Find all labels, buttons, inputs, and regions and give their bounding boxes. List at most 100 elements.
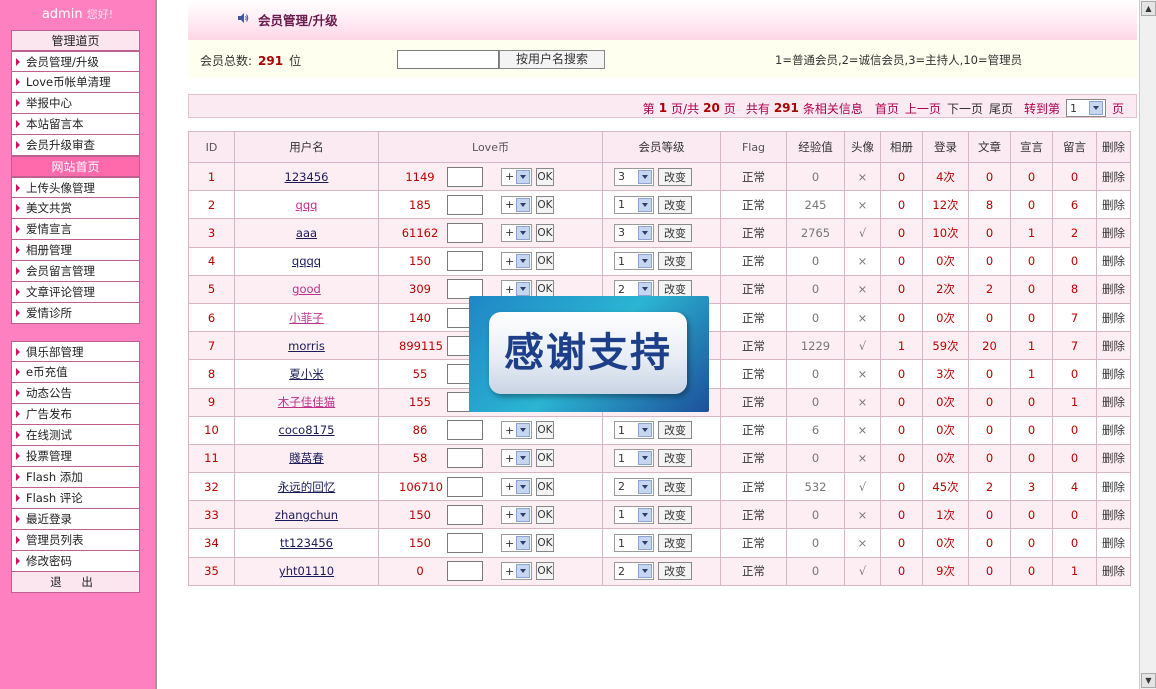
sidebar-item[interactable]: 在线测试 bbox=[11, 425, 140, 446]
sidebar-item[interactable]: 修改密码 bbox=[11, 551, 140, 572]
chevron-down-icon[interactable] bbox=[516, 282, 530, 297]
level-change-button[interactable]: 改变 bbox=[658, 477, 692, 496]
level-change-button[interactable]: 改变 bbox=[658, 534, 692, 553]
scroll-up-icon[interactable]: ▲ bbox=[1141, 1, 1156, 16]
chevron-down-icon[interactable] bbox=[638, 169, 652, 184]
sidebar-item[interactable]: 会员留言管理 bbox=[11, 261, 140, 282]
level-change-button[interactable]: 改变 bbox=[658, 421, 692, 440]
sidebar-item[interactable]: Flash 评论 bbox=[11, 488, 140, 509]
chevron-down-icon[interactable] bbox=[516, 169, 530, 184]
sidebar-item[interactable]: 爱情诊所 bbox=[11, 303, 140, 324]
chevron-down-icon[interactable] bbox=[516, 479, 530, 494]
delete-link[interactable]: 删除 bbox=[1096, 556, 1131, 586]
level-change-button[interactable]: 改变 bbox=[658, 223, 692, 242]
chevron-down-icon[interactable] bbox=[638, 225, 652, 240]
sidebar-item[interactable]: 本站留言本 bbox=[11, 114, 140, 135]
pager-last-link[interactable]: 尾页 bbox=[989, 100, 1013, 117]
love-ok-button[interactable]: OK bbox=[536, 223, 554, 242]
username-link[interactable]: qqq bbox=[296, 198, 318, 212]
pager-goto-select[interactable]: 1 bbox=[1065, 99, 1106, 117]
username-link[interactable]: qqqq bbox=[292, 254, 321, 268]
delete-link[interactable]: 删除 bbox=[1096, 359, 1131, 389]
username-link[interactable]: 賤莴春 bbox=[289, 451, 324, 465]
love-amount-input[interactable] bbox=[447, 222, 483, 243]
sidebar-item[interactable]: 相册管理 bbox=[11, 240, 140, 261]
chevron-down-icon[interactable] bbox=[638, 564, 652, 579]
username-link[interactable]: tt123456 bbox=[280, 536, 333, 550]
level-change-button[interactable]: 改变 bbox=[658, 195, 692, 214]
username-link[interactable]: 夏小米 bbox=[289, 367, 324, 381]
love-amount-input[interactable] bbox=[447, 251, 483, 272]
love-op-select[interactable]: + bbox=[501, 449, 532, 468]
level-change-button[interactable]: 改变 bbox=[658, 449, 692, 468]
username-link[interactable]: 123456 bbox=[285, 170, 329, 184]
menu-head-admin[interactable]: 管理道页 bbox=[11, 30, 140, 51]
delete-link[interactable]: 删除 bbox=[1096, 500, 1131, 530]
level-select[interactable]: 1 bbox=[614, 534, 654, 553]
username-link[interactable]: 小菲子 bbox=[289, 311, 324, 325]
sidebar-item[interactable]: 广告发布 bbox=[11, 404, 140, 425]
chevron-down-icon[interactable] bbox=[516, 254, 530, 269]
delete-link[interactable]: 删除 bbox=[1096, 443, 1131, 474]
love-amount-input[interactable] bbox=[447, 420, 483, 441]
chevron-down-icon[interactable] bbox=[516, 197, 530, 212]
level-select[interactable]: 1 bbox=[614, 449, 654, 468]
love-ok-button[interactable]: OK bbox=[536, 505, 554, 524]
sidebar-item[interactable]: 会员升级审查 bbox=[11, 135, 140, 156]
chevron-down-icon[interactable] bbox=[516, 423, 530, 438]
logout-button[interactable]: 退 出 bbox=[11, 572, 140, 593]
love-op-select[interactable]: + bbox=[501, 421, 532, 440]
sidebar-item[interactable]: 美文共赏 bbox=[11, 198, 140, 219]
love-ok-button[interactable]: OK bbox=[536, 252, 554, 271]
love-op-select[interactable]: + bbox=[501, 505, 532, 524]
level-select[interactable]: 3 bbox=[614, 167, 654, 186]
sidebar-item[interactable]: 爱情宣言 bbox=[11, 219, 140, 240]
chevron-down-icon[interactable] bbox=[638, 254, 652, 269]
chevron-down-icon[interactable] bbox=[516, 225, 530, 240]
level-change-button[interactable]: 改变 bbox=[658, 505, 692, 524]
level-change-button[interactable]: 改变 bbox=[658, 252, 692, 271]
level-change-button[interactable]: 改变 bbox=[658, 167, 692, 186]
level-select[interactable]: 3 bbox=[614, 223, 654, 242]
love-op-select[interactable]: + bbox=[501, 562, 532, 581]
chevron-down-icon[interactable] bbox=[516, 507, 530, 522]
love-ok-button[interactable]: OK bbox=[536, 421, 554, 440]
delete-link[interactable]: 删除 bbox=[1096, 246, 1131, 276]
sidebar-item[interactable]: 动态公告 bbox=[11, 383, 140, 404]
love-ok-button[interactable]: OK bbox=[536, 449, 554, 468]
sidebar-item[interactable]: 管理员列表 bbox=[11, 530, 140, 551]
username-link[interactable]: aaa bbox=[296, 226, 317, 240]
chevron-down-icon[interactable] bbox=[638, 451, 652, 466]
chevron-down-icon[interactable] bbox=[638, 479, 652, 494]
love-amount-input[interactable] bbox=[447, 448, 483, 469]
delete-link[interactable]: 删除 bbox=[1096, 331, 1131, 361]
sidebar-item[interactable]: 俱乐部管理 bbox=[11, 341, 140, 362]
love-amount-input[interactable] bbox=[447, 194, 483, 215]
delete-link[interactable]: 删除 bbox=[1096, 274, 1131, 304]
love-op-select[interactable]: + bbox=[501, 223, 532, 242]
love-op-select[interactable]: + bbox=[501, 167, 532, 186]
sidebar-item[interactable]: 会员管理/升级 bbox=[11, 51, 140, 72]
pager-prev-link[interactable]: 上一页 bbox=[905, 100, 941, 117]
sidebar-item[interactable]: e币充值 bbox=[11, 362, 140, 383]
chevron-down-icon[interactable] bbox=[516, 564, 530, 579]
love-amount-input[interactable] bbox=[447, 504, 483, 525]
love-ok-button[interactable]: OK bbox=[536, 195, 554, 214]
love-ok-button[interactable]: OK bbox=[536, 167, 554, 186]
username-link[interactable]: morris bbox=[288, 339, 325, 353]
love-op-select[interactable]: + bbox=[501, 252, 532, 271]
chevron-down-icon[interactable] bbox=[516, 451, 530, 466]
username-link[interactable]: zhangchun bbox=[275, 508, 338, 522]
vertical-scrollbar[interactable]: ▲ ▼ bbox=[1139, 0, 1156, 689]
sidebar-item[interactable]: 举报中心 bbox=[11, 93, 140, 114]
delete-link[interactable]: 删除 bbox=[1096, 528, 1131, 558]
username-link[interactable]: 木子佳佳猫 bbox=[278, 395, 336, 409]
love-ok-button[interactable]: OK bbox=[536, 562, 554, 581]
level-select[interactable]: 1 bbox=[614, 252, 654, 271]
level-change-button[interactable]: 改变 bbox=[658, 562, 692, 581]
sidebar-item[interactable]: 最近登录 bbox=[11, 509, 140, 530]
love-ok-button[interactable]: OK bbox=[536, 534, 554, 553]
sidebar-item[interactable]: Flash 添加 bbox=[11, 467, 140, 488]
username-link[interactable]: 永远的回忆 bbox=[278, 480, 336, 494]
delete-link[interactable]: 删除 bbox=[1096, 161, 1131, 192]
